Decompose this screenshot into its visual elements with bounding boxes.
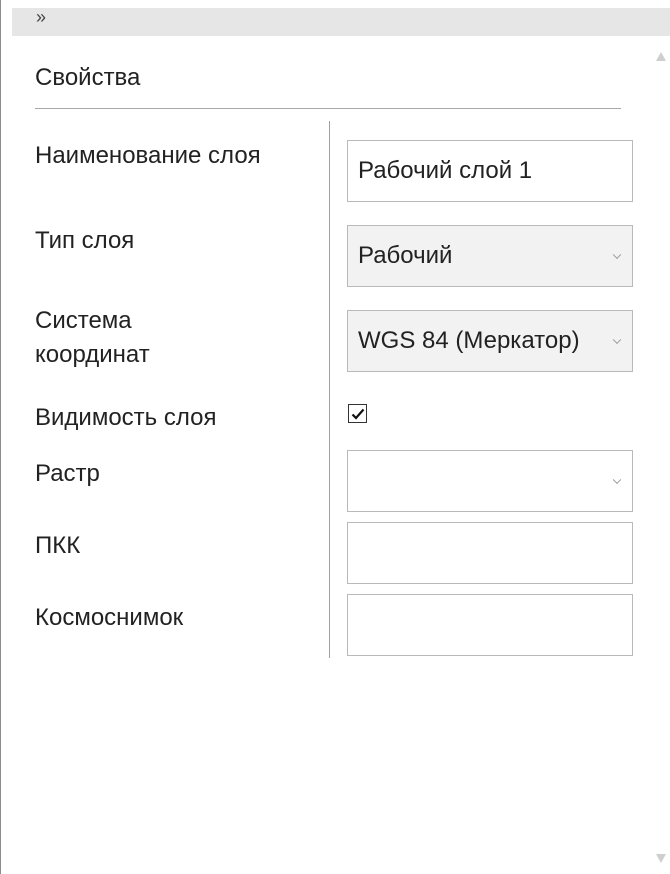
coord-system-select[interactable]: WGS 84 (Меркатор) (347, 310, 633, 372)
chevron-down-icon (612, 250, 622, 260)
layer-visibility-label: Видимость слоя (35, 404, 217, 431)
column-divider[interactable] (329, 121, 330, 658)
properties-panel: » Свойства Наименование слоя Рабочий сло… (0, 0, 670, 874)
chevron-down-icon (612, 475, 622, 485)
section-divider (35, 108, 621, 109)
checkmark-icon (351, 408, 364, 420)
panel-header-bar: » (12, 7, 670, 36)
satellite-image-label: Космоснимок (35, 604, 184, 631)
scroll-up-arrow-icon[interactable] (656, 52, 666, 61)
raster-select[interactable] (347, 450, 633, 512)
layer-type-value: Рабочий (358, 242, 453, 269)
layer-type-label: Тип слоя (35, 227, 135, 254)
collapse-panel-icon[interactable]: » (36, 3, 46, 31)
layer-name-label: Наименование слоя (35, 142, 261, 169)
satellite-image-input[interactable] (347, 594, 633, 656)
layer-name-input[interactable]: Рабочий слой 1 (347, 140, 633, 202)
scroll-down-arrow-icon[interactable] (656, 854, 666, 863)
layer-name-value: Рабочий слой 1 (358, 157, 533, 184)
pkk-input[interactable] (347, 522, 633, 584)
layer-type-select[interactable]: Рабочий (347, 225, 633, 287)
pkk-label: ПКК (35, 532, 81, 559)
section-title: Свойства (35, 64, 141, 91)
coord-system-value: WGS 84 (Меркатор) (358, 327, 580, 354)
chevron-down-icon (612, 335, 622, 345)
raster-label: Растр (35, 460, 100, 487)
layer-visibility-checkbox[interactable] (348, 404, 367, 423)
coord-system-label: Система координат (35, 307, 150, 368)
